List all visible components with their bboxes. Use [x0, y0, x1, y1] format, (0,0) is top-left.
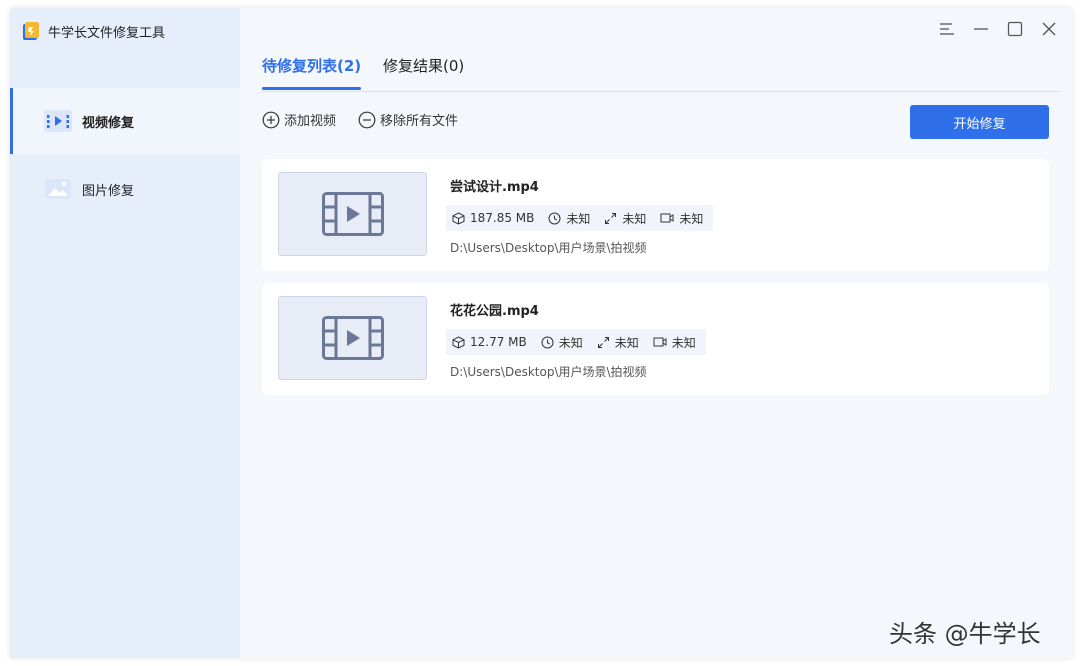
- resize-icon: [597, 336, 609, 348]
- meta-size: 187.85 MB: [452, 211, 534, 225]
- video-thumbnail: [278, 172, 427, 256]
- add-video-label: 添加视频: [284, 114, 337, 129]
- file-camera: 未知: [671, 335, 696, 350]
- file-path: D:\Users\Desktop\用户场景\拍视频: [450, 365, 647, 379]
- meta-resolution: 未知: [604, 210, 646, 227]
- minimize-button[interactable]: [970, 18, 992, 40]
- file-name: 花花公园.mp4: [450, 304, 539, 319]
- clock-icon: [541, 336, 554, 348]
- video-thumbnail: [278, 296, 427, 380]
- sidebar-item-image-repair[interactable]: 图片修复: [10, 156, 240, 222]
- sidebar-item-label: 视频修复: [82, 115, 135, 131]
- file-resolution: 未知: [614, 335, 639, 350]
- window-controls: [936, 18, 1060, 40]
- file-name: 尝试设计.mp4: [450, 180, 539, 195]
- app-title: 牛学长文件修复工具: [48, 25, 166, 41]
- start-repair-button[interactable]: 开始修复: [910, 105, 1049, 139]
- add-circle-icon: [262, 111, 280, 128]
- close-icon: [1042, 22, 1056, 36]
- maximize-icon: [1007, 21, 1023, 37]
- tab-pending-list[interactable]: 待修复列表(2): [262, 54, 362, 90]
- resize-icon: [605, 212, 617, 224]
- sidebar-item-video-repair[interactable]: 视频修复: [10, 88, 240, 154]
- video-file-icon: [321, 192, 384, 236]
- close-button[interactable]: [1038, 18, 1060, 40]
- sidebar: 牛学长文件修复工具 视频修复 图片修复: [10, 8, 240, 658]
- app-logo-icon: [23, 22, 39, 40]
- remove-circle-icon: [358, 111, 376, 128]
- minimize-icon: [974, 28, 988, 30]
- menu-icon: [940, 23, 954, 35]
- tab-bar: 待修复列表(2) 修复结果(0): [262, 54, 1060, 92]
- file-duration: 未知: [558, 335, 583, 350]
- app-window: 牛学长文件修复工具 视频修复 图片修复 待修复列表(2) 修复结果(0) 添加视…: [10, 8, 1072, 658]
- file-card[interactable]: 尝试设计.mp4 187.85 MB 未知 未知 未知 D:\Users\Des…: [262, 159, 1049, 271]
- menu-button[interactable]: [936, 18, 958, 40]
- file-size: 12.77 MB: [470, 335, 527, 349]
- file-meta: 12.77 MB 未知 未知 未知: [446, 329, 706, 355]
- video-file-icon: [321, 316, 384, 360]
- app-title-bar: 牛学长文件修复工具: [22, 20, 165, 42]
- file-meta: 187.85 MB 未知 未知 未知: [446, 205, 714, 231]
- clock-icon: [548, 212, 561, 224]
- remove-all-label: 移除所有文件: [380, 114, 459, 129]
- meta-duration: 未知: [548, 210, 590, 227]
- cube-icon: [452, 211, 465, 225]
- meta-duration: 未知: [541, 334, 583, 351]
- meta-size: 12.77 MB: [452, 335, 527, 349]
- video-repair-icon: [44, 110, 72, 132]
- file-path: D:\Users\Desktop\用户场景\拍视频: [450, 241, 647, 255]
- file-duration: 未知: [566, 211, 591, 226]
- camera-icon: [653, 337, 667, 347]
- add-video-button[interactable]: 添加视频: [262, 110, 336, 129]
- maximize-button[interactable]: [1004, 18, 1026, 40]
- meta-resolution: 未知: [597, 334, 639, 351]
- sidebar-item-label: 图片修复: [82, 183, 135, 199]
- file-size: 187.85 MB: [470, 211, 535, 225]
- cube-icon: [452, 335, 465, 349]
- remove-all-button[interactable]: 移除所有文件: [358, 110, 458, 129]
- toolbar: 添加视频 移除所有文件: [262, 110, 458, 129]
- image-repair-icon: [45, 179, 71, 199]
- file-resolution: 未知: [622, 211, 647, 226]
- file-camera: 未知: [679, 211, 704, 226]
- file-card[interactable]: 花花公园.mp4 12.77 MB 未知 未知 未知 D:\Users\Desk…: [262, 283, 1049, 395]
- meta-camera: 未知: [653, 334, 696, 351]
- watermark: 头条 @牛学长: [889, 620, 1041, 648]
- tab-repair-results[interactable]: 修复结果(0): [383, 54, 464, 90]
- meta-camera: 未知: [660, 210, 703, 227]
- camera-icon: [660, 213, 674, 223]
